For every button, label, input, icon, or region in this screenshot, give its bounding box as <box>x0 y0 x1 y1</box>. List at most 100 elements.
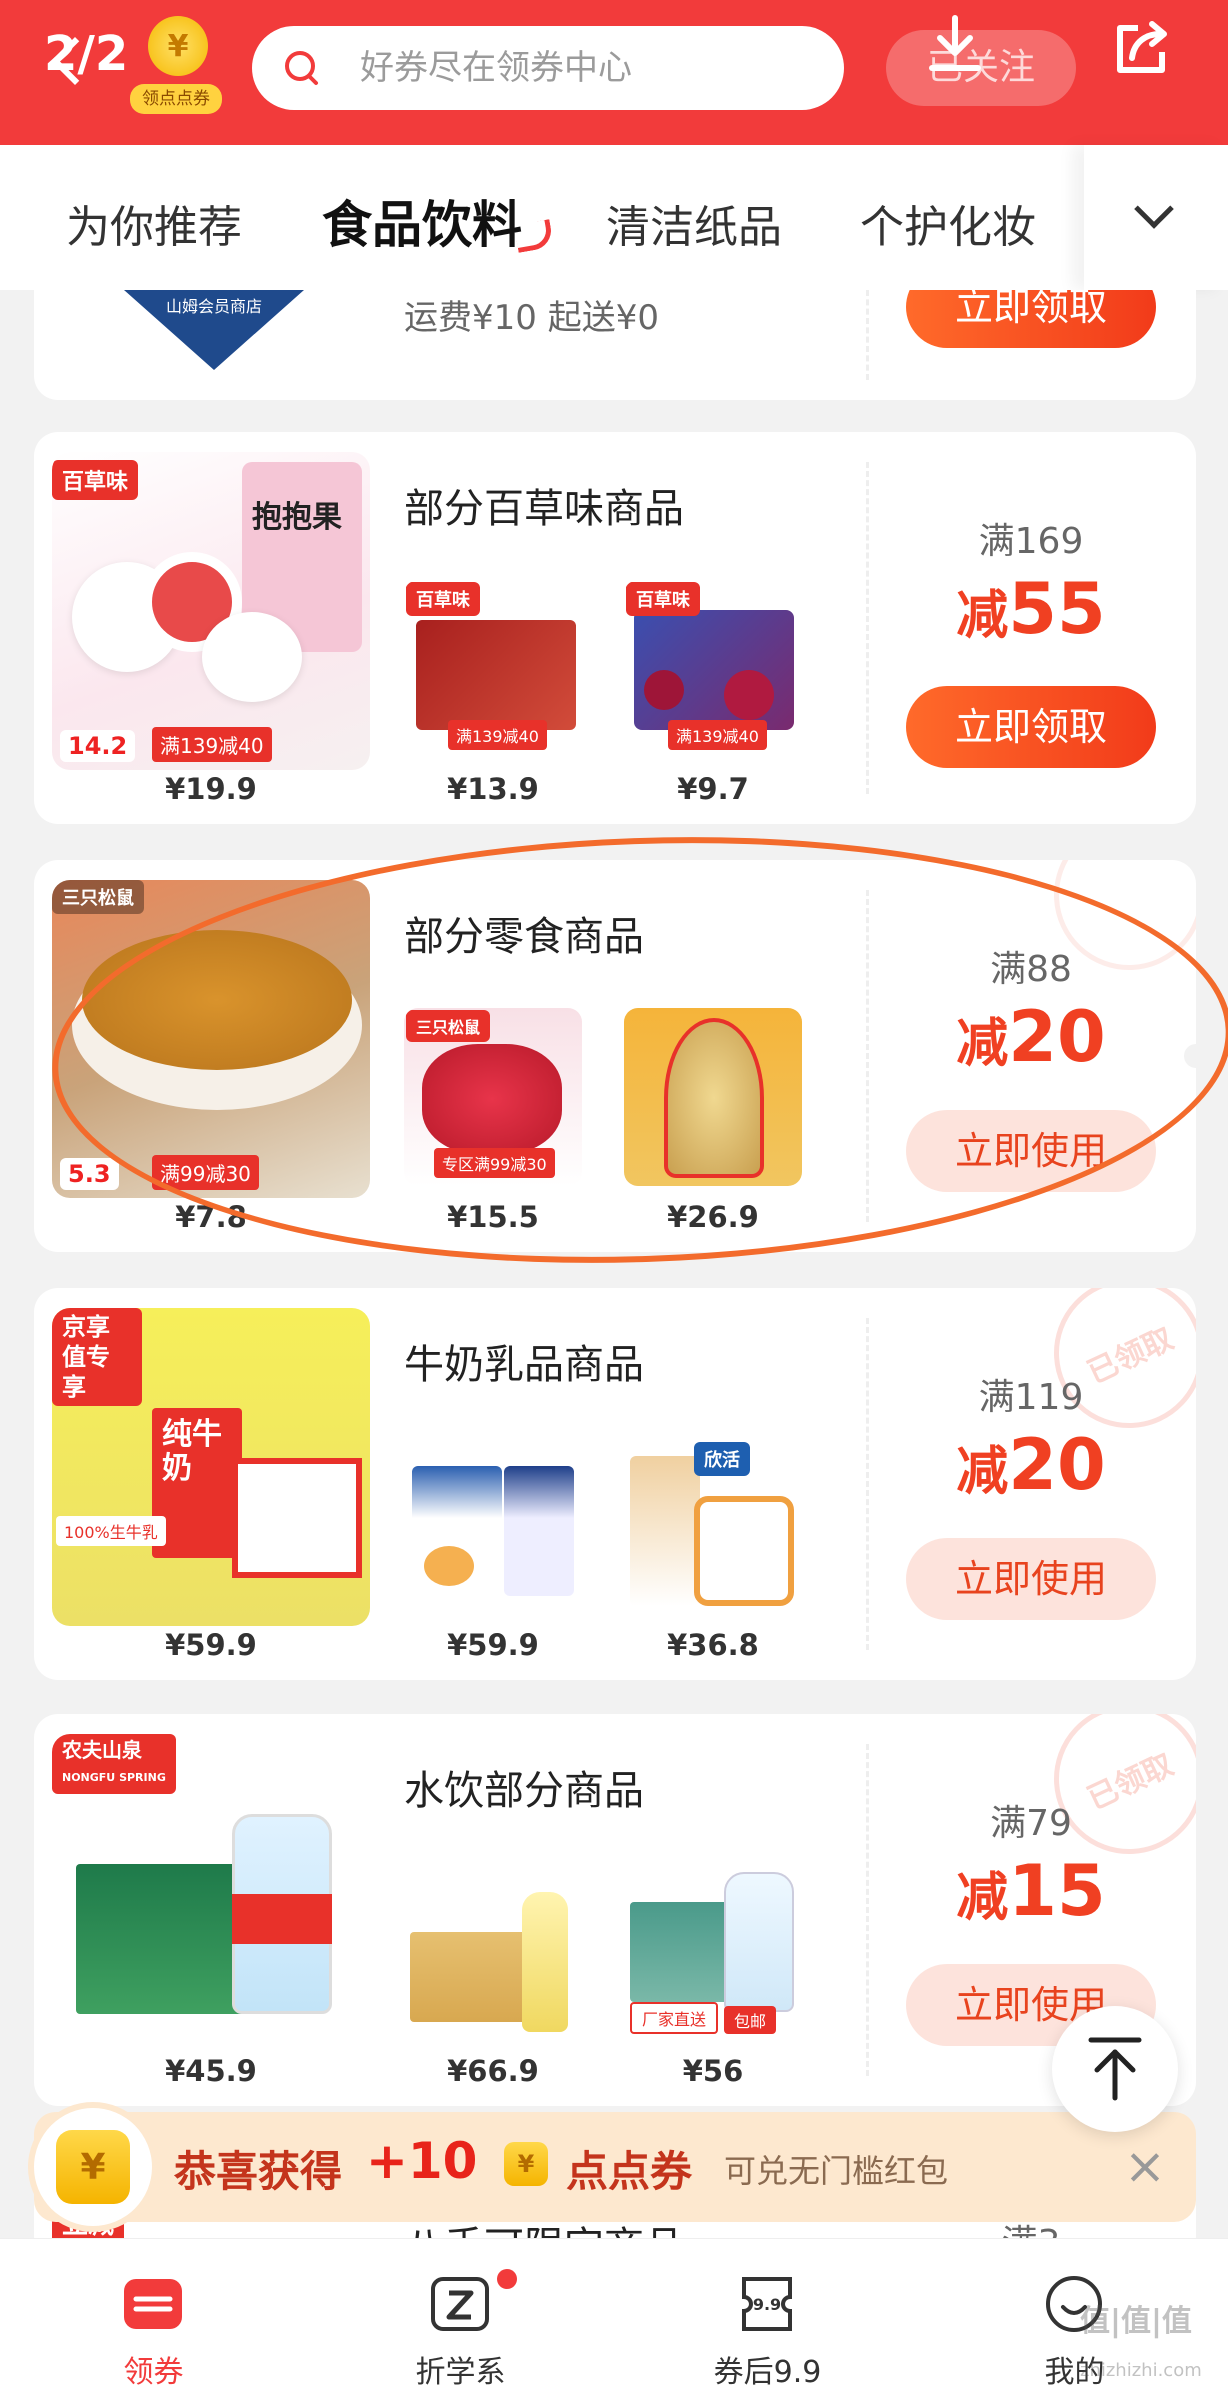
sub-brand-2: 欣活 <box>694 1442 750 1476</box>
category-tabs: 为你推荐 食品饮料 清洁纸品 个护化妆 <box>0 145 1228 290</box>
tab-cleaning[interactable]: 清洁纸品 <box>606 191 782 255</box>
product-image-main[interactable]: 三只松鼠 5.3 满99减30 <box>52 880 370 1198</box>
product-name: 抱抱果 <box>252 500 342 535</box>
card-title: 水饮部分商品 <box>404 1768 644 1814</box>
tab-recommend[interactable]: 为你推荐 <box>66 191 242 255</box>
coin-icon: ¥ <box>34 2108 152 2226</box>
coin-icon: ¥ <box>148 16 208 76</box>
coupon-icon <box>124 2279 182 2329</box>
price-2: ¥9.7 <box>677 772 749 806</box>
price-1: ¥13.9 <box>447 772 539 806</box>
more-categories-button[interactable] <box>1084 145 1228 290</box>
toast-subtext: 可兑无门槛红包 <box>724 2152 949 2190</box>
coupon-threshold: 满88 <box>990 949 1072 990</box>
close-icon[interactable]: × <box>1124 2136 1166 2196</box>
product-image-1[interactable]: 三只松鼠 专区满99减30 <box>404 1008 582 1186</box>
product-image-main[interactable]: 抱抱果 百草味 14.2 满139减40 <box>52 452 370 770</box>
coin-badge[interactable]: ¥ 领点点券 <box>130 16 222 116</box>
product-name: 纯牛奶 <box>162 1417 222 1486</box>
main-price: ¥59.9 <box>165 1628 257 1662</box>
sub-brand-1: 百草味 <box>406 582 480 616</box>
download-icon[interactable] <box>920 10 990 80</box>
main-price: ¥45.9 <box>165 2054 257 2088</box>
top-bar: 2/2 ¥ 领点点券 好券尽在领券中心 已关注 <box>0 0 1228 145</box>
toast-amount: +10 <box>366 2132 478 2190</box>
sub-brand-2: 百草味 <box>626 582 700 616</box>
claim-button[interactable]: 立即领取 <box>906 686 1156 768</box>
coupon-coin-icon: ¥ <box>504 2142 548 2186</box>
coupon-discount: 减15 <box>956 1850 1106 1932</box>
back-to-top-button[interactable] <box>1052 2006 1178 2132</box>
product-image-1[interactable]: 百草味 满139减40 <box>404 580 582 758</box>
nav-label: 券后9.9 <box>713 2355 822 2390</box>
nav-label: 领券 <box>123 2355 184 2390</box>
price-1: ¥15.5 <box>447 1200 539 1234</box>
search-input[interactable]: 好券尽在领券中心 <box>252 26 844 110</box>
toast-coupon: 点点券 <box>566 2147 693 2196</box>
coupon-discount: 减20 <box>956 1424 1106 1506</box>
main-promo: 满139减40 <box>152 727 272 762</box>
notification-dot <box>497 2269 517 2289</box>
nav-item-zhexuexi[interactable]: 折学系 <box>307 2239 614 2406</box>
price-1: ¥66.9 <box>447 2054 539 2088</box>
coupon-card-snacks: 三只松鼠 5.3 满99减30 ¥7.8 部分零食商品 三只松鼠 专区满99减3… <box>34 860 1196 1252</box>
coupon-card-sams: 山姆会员商店 运费¥10 起送¥0 立即领取 <box>34 290 1196 400</box>
sub-brand-1: 三只松鼠 <box>406 1010 491 1042</box>
card-title: 部分零食商品 <box>404 914 644 960</box>
sams-logo-text: 山姆会员商店 <box>166 297 262 316</box>
product-image-main[interactable]: 纯牛奶 京享值专享 100%生牛乳 <box>52 1308 370 1626</box>
z-icon <box>431 2277 489 2331</box>
product-image-2[interactable]: 厂家直送 包邮 <box>624 1862 802 2040</box>
claim-button[interactable]: 立即领取 <box>906 290 1156 348</box>
main-price: ¥19.9 <box>165 772 257 806</box>
watermark-url: zhizhizhi.com <box>1080 2360 1202 2381</box>
sub-promo-2: 满139减40 <box>668 720 767 750</box>
tab-personal-care[interactable]: 个护化妆 <box>860 191 1036 255</box>
brand-badge: 三只松鼠 <box>52 880 144 914</box>
sub-promo-2b: 包邮 <box>724 2006 777 2034</box>
use-button[interactable]: 立即使用 <box>906 1538 1156 1620</box>
coupon-card-drinks: 已领取 农夫山泉 NONGFU SPRING ¥45.9 水饮部分商品 厂家直送 … <box>34 1714 1196 2106</box>
coupon-threshold: 满79 <box>990 1803 1072 1844</box>
chevron-down-icon <box>1134 189 1174 229</box>
nav-label: 折学系 <box>415 2355 506 2390</box>
toast-text: 恭喜获得 <box>174 2147 343 2196</box>
reward-toast: ¥ 恭喜获得 +10 ¥ 点点券 可兑无门槛红包 × <box>34 2108 1196 2226</box>
card-title: 部分百草味商品 <box>404 486 684 532</box>
main-price: ¥7.8 <box>175 1200 247 1234</box>
share-icon[interactable] <box>1108 14 1176 82</box>
search-placeholder: 好券尽在领券中心 <box>360 48 632 88</box>
price-1: ¥59.9 <box>447 1628 539 1662</box>
nav-item-99[interactable]: 9.9 券后9.9 <box>614 2239 921 2406</box>
product-image-1[interactable] <box>404 1436 582 1614</box>
coupon-card-baicaowei: 抱抱果 百草味 14.2 满139减40 ¥19.9 部分百草味商品 百草味 满… <box>34 432 1196 824</box>
brand-badge: 京享值专享 <box>52 1308 142 1406</box>
coupon-threshold: 满169 <box>978 521 1084 562</box>
main-promo: 100%生牛乳 <box>56 1516 166 1546</box>
arrow-up-icon <box>1088 2037 1142 2101</box>
coin-badge-label: 领点点券 <box>130 84 222 114</box>
ticket-99-icon: 9.9 <box>742 2277 792 2331</box>
product-image-2[interactable]: 欣活 <box>624 1436 802 1614</box>
sub-promo-2: 厂家直送 <box>630 2002 719 2034</box>
sams-logo: 山姆会员商店 <box>124 290 304 370</box>
brand-badge: 百草味 <box>52 460 139 500</box>
price-2: ¥36.8 <box>667 1628 759 1662</box>
use-button[interactable]: 立即使用 <box>906 1110 1156 1192</box>
watermark: 值|值|值 <box>1080 2304 1192 2339</box>
product-image-main[interactable]: 农夫山泉 NONGFU SPRING <box>52 1734 370 2052</box>
main-tag-price: 5.3 <box>60 1158 119 1190</box>
coupon-card-dairy: 已领取 纯牛奶 京享值专享 100%生牛乳 ¥59.9 牛奶乳品商品 欣活 ¥5… <box>34 1288 1196 1680</box>
shipping-info: 运费¥10 起送¥0 <box>404 298 659 338</box>
tab-food-drink[interactable]: 食品饮料 <box>322 185 522 257</box>
product-image-2[interactable] <box>624 1008 802 1186</box>
ticket-99-text: 9.9 <box>753 2295 781 2314</box>
search-icon <box>285 51 318 85</box>
nav-item-coupons[interactable]: 领券 <box>0 2239 307 2406</box>
product-image-2[interactable]: 百草味 满139减40 <box>624 580 802 758</box>
sub-promo-1: 满139减40 <box>448 720 547 750</box>
price-2: ¥26.9 <box>667 1200 759 1234</box>
page-indicator: 2/2 <box>44 26 129 82</box>
product-image-1[interactable] <box>404 1862 582 2040</box>
card-title: 牛奶乳品商品 <box>404 1342 644 1388</box>
